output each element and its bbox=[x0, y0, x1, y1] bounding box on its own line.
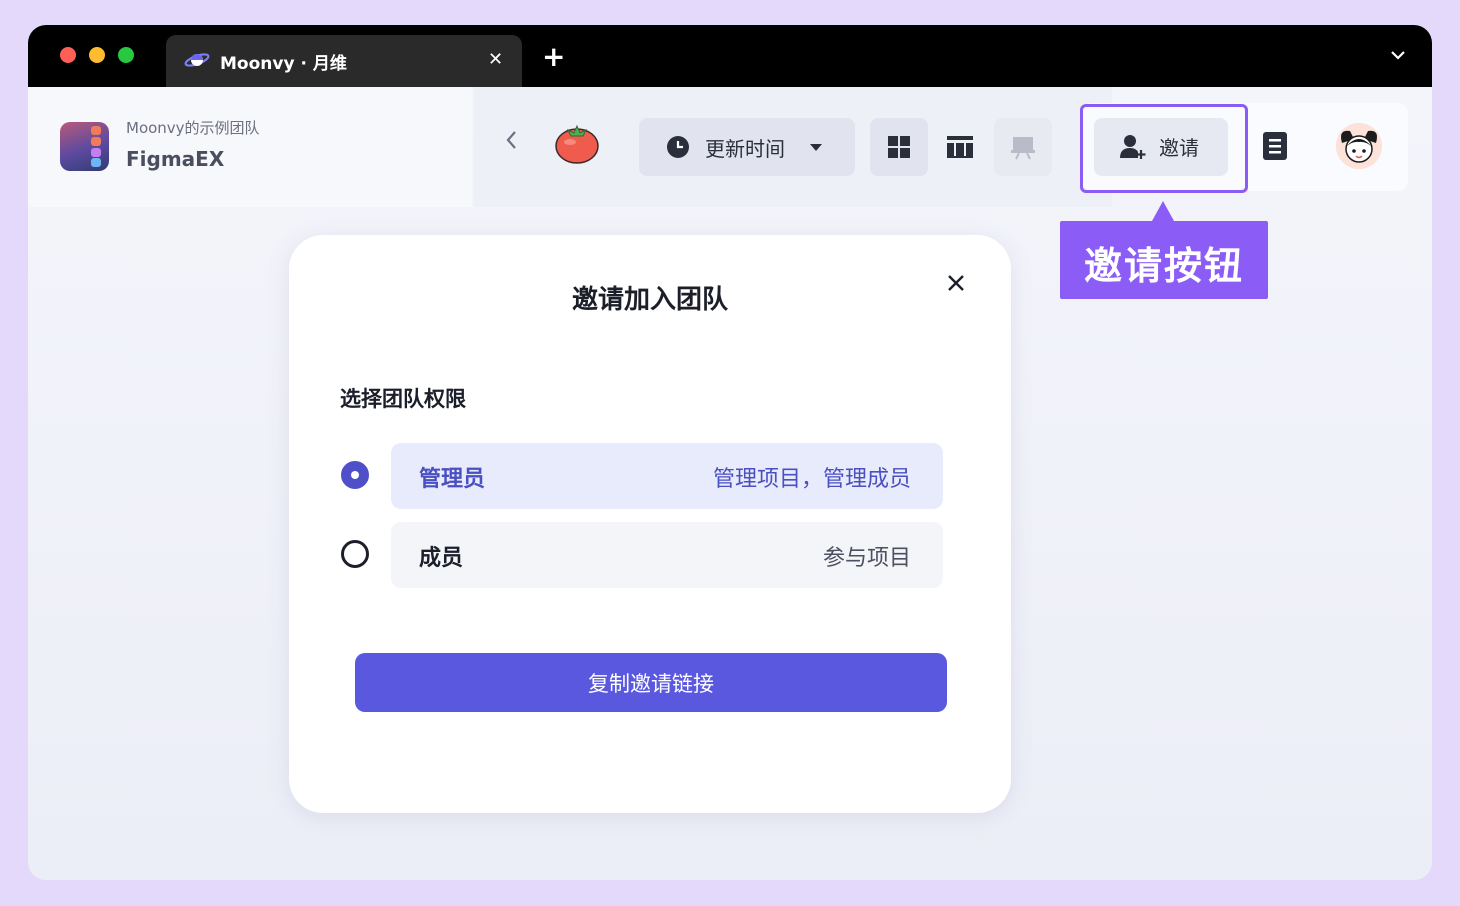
caret-down-icon bbox=[810, 144, 822, 151]
app-window: Moonvy · 月维 ✕ + Moonvy的示例团队 FigmaEX 更新时间… bbox=[28, 25, 1432, 880]
board-view-button[interactable] bbox=[936, 118, 986, 176]
present-view-button[interactable] bbox=[994, 118, 1052, 176]
team-logo[interactable] bbox=[60, 122, 109, 171]
clock-icon bbox=[667, 136, 689, 158]
option-name: 管理员 bbox=[419, 467, 486, 492]
presentation-icon bbox=[1011, 137, 1035, 160]
permission-section-label: 选择团队权限 bbox=[340, 387, 466, 411]
copy-invite-link-button[interactable]: 复制邀请链接 bbox=[355, 653, 947, 712]
option-description: 参与项目 bbox=[822, 546, 911, 571]
tab-close-icon[interactable]: ✕ bbox=[488, 49, 503, 71]
option-admin[interactable]: 管理员 管理项目，管理成员 bbox=[391, 443, 943, 509]
close-icon[interactable] bbox=[945, 272, 967, 294]
callout-arrow bbox=[1152, 201, 1174, 221]
sort-label: 更新时间 bbox=[705, 137, 785, 161]
board-icon bbox=[947, 136, 973, 158]
maximize-window-button[interactable] bbox=[118, 47, 134, 63]
close-window-button[interactable] bbox=[60, 47, 76, 63]
chevron-down-icon[interactable] bbox=[1390, 49, 1406, 61]
minimize-window-button[interactable] bbox=[89, 47, 105, 63]
invite-highlight-frame bbox=[1080, 104, 1248, 193]
radio-admin[interactable] bbox=[341, 461, 369, 489]
app-content: Moonvy的示例团队 FigmaEX 更新时间 邀请 邀请按钮 邀请加入团队 … bbox=[28, 87, 1432, 880]
planet-icon bbox=[184, 53, 210, 67]
sort-dropdown[interactable]: 更新时间 bbox=[639, 118, 855, 176]
team-name[interactable]: Moonvy的示例团队 bbox=[126, 117, 260, 138]
sidebar-header: Moonvy的示例团队 FigmaEX bbox=[28, 87, 472, 207]
option-description: 管理项目，管理成员 bbox=[712, 467, 911, 492]
browser-titlebar: Moonvy · 月维 ✕ + bbox=[28, 25, 1432, 87]
new-tab-button[interactable]: + bbox=[542, 43, 565, 71]
tomato-icon[interactable] bbox=[554, 120, 600, 164]
option-member[interactable]: 成员 参与项目 bbox=[391, 522, 943, 588]
radio-member[interactable] bbox=[341, 540, 369, 568]
callout-text: 邀请按钮 bbox=[1083, 244, 1244, 288]
chevron-left-icon[interactable] bbox=[504, 129, 518, 151]
option-name: 成员 bbox=[419, 546, 464, 571]
modal-title: 邀请加入团队 bbox=[571, 285, 728, 315]
avatar[interactable] bbox=[1336, 123, 1382, 169]
browser-tab[interactable]: Moonvy · 月维 ✕ bbox=[166, 35, 522, 87]
project-name: FigmaEX bbox=[126, 147, 225, 171]
invite-modal: 邀请加入团队 选择团队权限 管理员 管理项目，管理成员 成员 参与项目 复制邀请… bbox=[289, 235, 1011, 813]
document-icon[interactable] bbox=[1262, 131, 1288, 161]
user-avatar-icon bbox=[1336, 123, 1382, 169]
copy-button-label: 复制邀请链接 bbox=[588, 673, 714, 696]
tab-title: Moonvy · 月维 bbox=[220, 54, 347, 74]
invite-callout: 邀请按钮 bbox=[1060, 221, 1268, 299]
grid-icon bbox=[888, 136, 910, 158]
grid-view-button[interactable] bbox=[870, 118, 928, 176]
